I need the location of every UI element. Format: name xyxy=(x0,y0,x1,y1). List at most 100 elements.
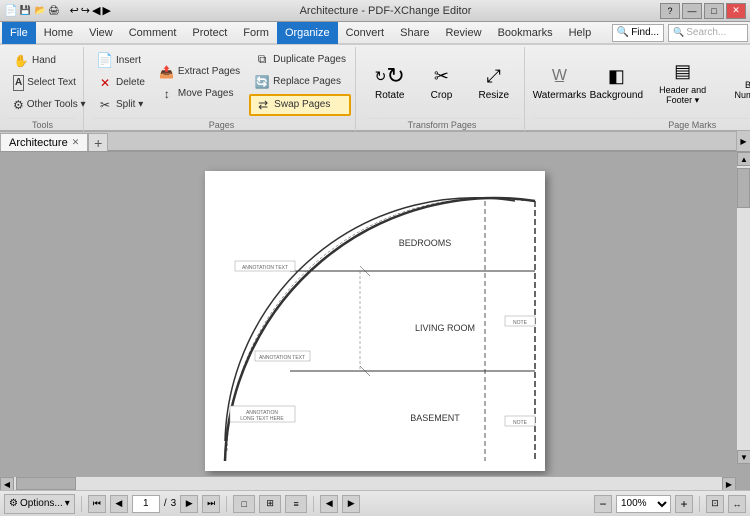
close-button[interactable]: ✕ xyxy=(726,3,746,19)
scroll-thumb-h[interactable] xyxy=(16,477,76,490)
quick-save[interactable]: 💾 xyxy=(20,5,31,16)
header-footer-button[interactable]: ▤ Header and Footer ▾ xyxy=(647,54,719,111)
minimize-button[interactable]: — xyxy=(682,3,702,19)
scroll-thumb-v[interactable] xyxy=(737,168,750,208)
fit-page-button[interactable]: ⊡ xyxy=(706,495,724,513)
add-document-tab[interactable]: + xyxy=(88,133,108,151)
scroll-left-button[interactable]: ◀ xyxy=(0,477,14,490)
background-button[interactable]: ◧ Background xyxy=(590,59,643,106)
zoom-in-button[interactable]: + xyxy=(675,495,693,513)
menu-convert[interactable]: Convert xyxy=(338,22,393,44)
scroll-down-button[interactable]: ▼ xyxy=(737,450,750,464)
scroll-track-h[interactable] xyxy=(14,477,722,490)
resize-button[interactable]: ⤢ Resize xyxy=(469,59,518,106)
document-tabbar: Architecture ✕ + ▶ xyxy=(0,132,750,152)
help-icon[interactable]: ? xyxy=(660,3,680,19)
two-page-view-button[interactable]: ⊞ xyxy=(259,495,281,513)
back-nav-button[interactable]: ◀ xyxy=(320,495,338,513)
replace-icon: 🔄 xyxy=(254,74,270,90)
ribbon: Hand A Select Text Other Tools ▾ Tools xyxy=(0,44,750,132)
insert-button[interactable]: 📄 Insert xyxy=(92,51,150,71)
svg-text:LIVING ROOM: LIVING ROOM xyxy=(415,323,475,333)
menu-comment[interactable]: Comment xyxy=(121,22,185,44)
ribbon-content: Hand A Select Text Other Tools ▾ Tools xyxy=(0,45,750,133)
swap-pages-button[interactable]: ⇄ Swap Pages xyxy=(249,94,351,116)
menu-review[interactable]: Review xyxy=(437,22,489,44)
select-text-button[interactable]: A Select Text xyxy=(8,73,77,93)
svg-text:LONG TEXT HERE: LONG TEXT HERE xyxy=(240,416,284,422)
find-label: Find... xyxy=(631,27,659,38)
menu-share[interactable]: Share xyxy=(392,22,437,44)
pagemarks-section-label: Page Marks xyxy=(533,118,750,131)
vertical-scrollbar[interactable]: ▲ ▼ xyxy=(736,152,750,464)
options-button[interactable]: ⚙ Options... ▾ xyxy=(4,494,75,514)
watermarks-icon: W̲ xyxy=(547,64,571,88)
scroll-up-button[interactable]: ▲ xyxy=(737,152,750,166)
crop-button[interactable]: ✂ Crop xyxy=(419,59,463,106)
move-icon: ↕ xyxy=(159,86,175,102)
title-app-icons: 📄 💾 📂 🖨 ↩ ↪ ◀ ▶ xyxy=(4,4,111,17)
bates-numbering-button[interactable]: # Bates Numbering ▾ xyxy=(723,49,750,116)
scroll-track-v[interactable] xyxy=(737,166,750,450)
tools-section: Hand A Select Text Other Tools ▾ Tools xyxy=(4,47,84,131)
split-button[interactable]: Split ▾ xyxy=(92,95,150,115)
zoom-out-button[interactable]: − xyxy=(594,495,612,513)
menu-bookmarks[interactable]: Bookmarks xyxy=(490,22,561,44)
menu-file[interactable]: File xyxy=(2,22,36,44)
extract-pages-button[interactable]: 📤 Extract Pages xyxy=(154,62,245,82)
quick-back[interactable]: ◀ xyxy=(92,4,100,17)
duplicate-pages-button[interactable]: ⧉ Duplicate Pages xyxy=(249,50,351,70)
quick-forward[interactable]: ▶ xyxy=(102,4,110,17)
titlebar: 📄 💾 📂 🖨 ↩ ↪ ◀ ▶ Architecture - PDF-XChan… xyxy=(0,0,750,22)
search-icon: 🔍 xyxy=(673,27,684,38)
svg-text:ANNOTATION TEXT: ANNOTATION TEXT xyxy=(259,355,305,361)
hand-icon xyxy=(13,53,29,69)
scroll-view-button[interactable]: ≡ xyxy=(285,495,307,513)
menu-help[interactable]: Help xyxy=(561,22,600,44)
insert-icon: 📄 xyxy=(97,53,113,69)
document-tab-architecture[interactable]: Architecture ✕ xyxy=(0,133,88,151)
options-icon: ⚙ xyxy=(9,498,18,509)
delete-icon xyxy=(97,75,113,91)
watermarks-button[interactable]: W̲ Watermarks xyxy=(533,59,586,106)
search-box[interactable]: 🔍 Search... xyxy=(668,24,748,42)
svg-text:ANNOTATION TEXT: ANNOTATION TEXT xyxy=(242,265,288,271)
horizontal-scrollbar[interactable]: ◀ ▶ xyxy=(0,476,736,490)
maximize-button[interactable]: □ xyxy=(704,3,724,19)
tab-scroll-right[interactable]: ▶ xyxy=(736,131,750,151)
quick-redo[interactable]: ↪ xyxy=(81,4,90,17)
extract-icon: 📤 xyxy=(159,64,175,80)
menu-organize[interactable]: Organize xyxy=(277,22,338,44)
menu-view[interactable]: View xyxy=(81,22,121,44)
last-page-button[interactable]: ⏭ xyxy=(202,495,220,513)
menu-home[interactable]: Home xyxy=(36,22,81,44)
replace-pages-button[interactable]: 🔄 Replace Pages xyxy=(249,72,351,92)
fit-width-button[interactable]: ↔ xyxy=(728,495,746,513)
zoom-select[interactable]: 100% 75% 125% 150% 200% Fit Page Fit Wid… xyxy=(616,495,671,513)
current-page-input[interactable]: 1 xyxy=(132,495,160,513)
find-button[interactable]: 🔍 Find... xyxy=(612,24,664,42)
quick-undo[interactable]: ↩ xyxy=(70,4,79,17)
rotate-button[interactable]: ↻ Rotate xyxy=(366,59,413,106)
other-tools-button[interactable]: Other Tools ▾ xyxy=(8,95,77,115)
delete-button[interactable]: Delete xyxy=(92,73,150,93)
menu-form[interactable]: Form xyxy=(235,22,277,44)
svg-text:NOTE: NOTE xyxy=(513,320,528,326)
prev-page-button[interactable]: ◀ xyxy=(110,495,128,513)
doc-tab-close[interactable]: ✕ xyxy=(72,137,80,148)
status-separator-1 xyxy=(81,496,82,512)
forward-nav-button[interactable]: ▶ xyxy=(342,495,360,513)
crop-icon: ✂ xyxy=(429,64,453,88)
other-tools-icon xyxy=(13,97,24,113)
svg-text:BASEMENT: BASEMENT xyxy=(410,413,460,423)
quick-open[interactable]: 📂 xyxy=(35,5,46,16)
hand-button[interactable]: Hand xyxy=(8,51,77,71)
scroll-right-button[interactable]: ▶ xyxy=(722,477,736,490)
quick-print[interactable]: 🖨 xyxy=(48,5,59,16)
menu-protect[interactable]: Protect xyxy=(184,22,235,44)
move-pages-button[interactable]: ↕ Move Pages xyxy=(154,84,245,104)
svg-text:BEDROOMS: BEDROOMS xyxy=(399,238,452,248)
next-page-button[interactable]: ▶ xyxy=(180,495,198,513)
single-page-view-button[interactable]: □ xyxy=(233,495,255,513)
first-page-button[interactable]: ⏮ xyxy=(88,495,106,513)
